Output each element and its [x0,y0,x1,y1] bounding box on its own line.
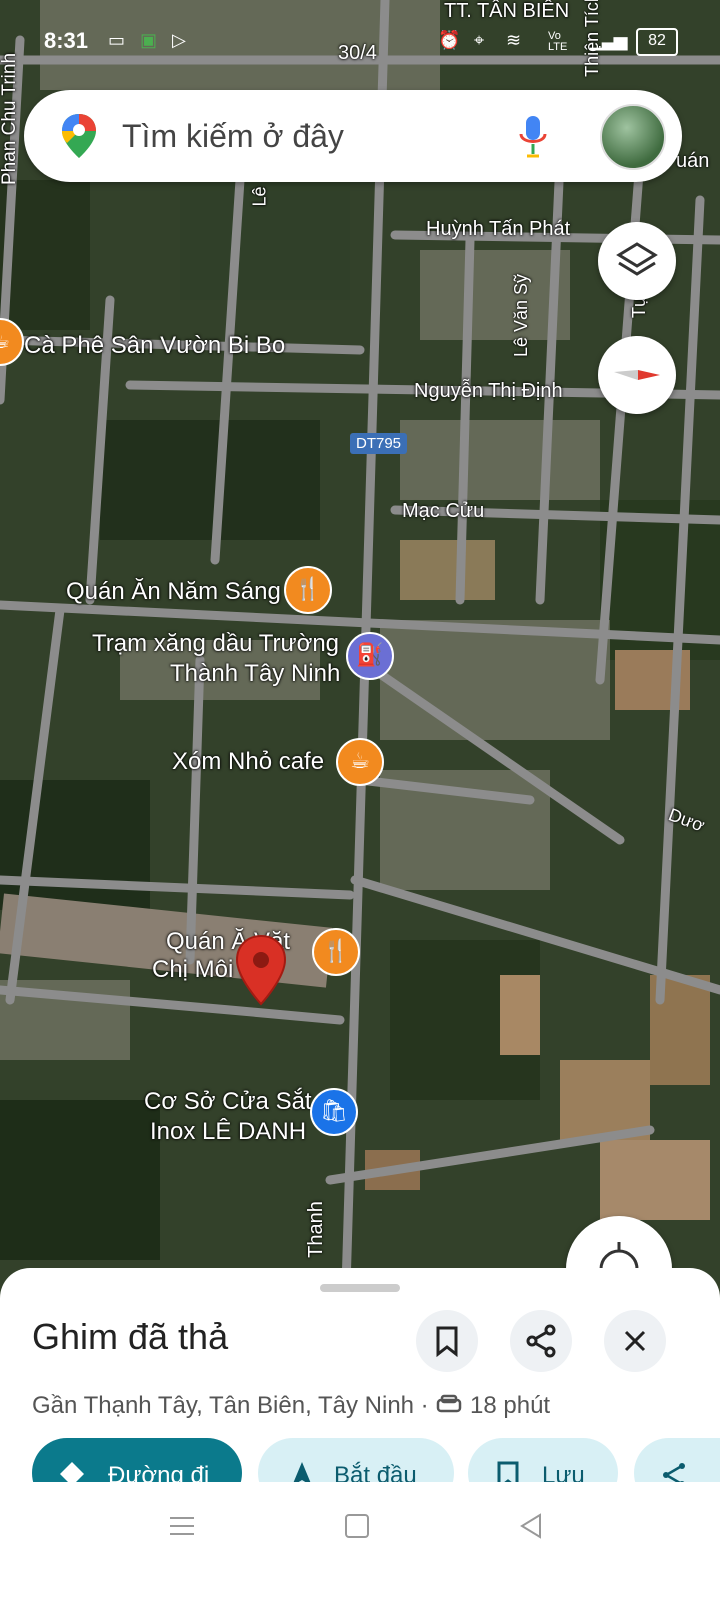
location-icon: ⌖ [474,30,485,50]
volte-icon: Vo LTE [548,30,568,53]
map-label-place[interactable]: Cơ Sở Cửa Sắt [144,1088,312,1116]
bookmark-icon [497,1461,519,1482]
system-navigation-bar [0,1482,720,1601]
place-subtitle: Gần Thạnh Tây, Tân Biên, Tây Ninh · 18 p… [32,1392,550,1420]
directions-icon [60,1462,84,1482]
share-pill-button[interactable] [634,1438,720,1482]
bookmark-icon [436,1326,458,1358]
close-icon [624,1330,646,1352]
fuel-icon: ⛽ [356,643,384,668]
map-label-road: Huỳnh Tấn Phát [426,218,571,240]
map-label-road: Lê [249,186,270,207]
status-time: 8:31 [44,28,89,53]
drive-time: 18 phút [470,1392,551,1419]
map-label-town: TT. TÂN BIÊN [444,0,570,22]
status-bar: 8:31 ▭ ▣ ▷ ⏰ ⌖ ≋ Vo LTE ▁▃▅ 82 [0,22,720,58]
map-label-place[interactable]: Inox LÊ DANH [150,1118,306,1146]
compass-icon [614,370,660,380]
shop-poi-marker[interactable]: 🛍 [310,1088,358,1136]
alarm-icon: ⏰ [438,30,461,50]
google-maps-logo-icon [62,114,96,158]
start-label: Bắt đầu [334,1462,417,1482]
map-label-place: uán [676,150,710,172]
map-label-road: Thanh [304,1201,327,1258]
search-bar[interactable]: Tìm kiếm ở đây [24,90,682,182]
map-label-road: Mạc Cửu [402,500,485,522]
navigation-arrow-icon [293,1462,311,1482]
road-shield: DT795 [350,433,408,454]
fork-knife-icon: 🍴 [322,939,350,964]
map-label-place[interactable]: Cà Phê Sân Vườn Bi Bo [24,332,285,360]
gas-station-poi-marker[interactable]: ⛽ [346,632,394,680]
avatar[interactable] [600,104,666,170]
car-icon [437,1394,462,1413]
place-address: Gần Thạnh Tây, Tân Biên, Tây Ninh · [32,1392,436,1419]
play-store-icon: ▷ [172,30,186,50]
recents-menu-icon[interactable] [168,1512,196,1540]
wifi-icon: ≋ [506,30,522,50]
share-icon [663,1463,685,1482]
map-label-place[interactable]: Thành Tây Ninh [170,660,340,688]
app-notification-icon: ▣ [140,30,158,50]
shopping-bag-icon: 🛍 [320,1099,348,1124]
directions-label: Đường đi [108,1462,210,1482]
cafe-icon: ☕ [350,749,370,774]
close-button[interactable] [604,1310,666,1372]
map-label-place[interactable]: Trạm xăng dầu Trường [92,630,339,658]
app-notification-icon: ▭ [108,30,126,50]
map-label-road: Lê Văn Sỹ [511,273,532,358]
map-label-place[interactable]: Xóm Nhỏ cafe [172,748,324,776]
compass-button[interactable] [598,336,676,414]
fork-knife-icon: 🍴 [294,577,322,602]
restaurant-poi-marker[interactable]: 🍴 [312,928,360,976]
restaurant-poi-marker[interactable]: 🍴 [284,566,332,614]
map-label-road: Phan Chu Trinh [0,52,21,186]
dropped-pin-icon[interactable] [234,934,288,1006]
cafe-poi-marker[interactable]: ☕ [0,318,24,366]
layers-icon [616,242,658,276]
directions-button[interactable]: Đường đi [32,1438,242,1482]
back-icon[interactable] [518,1512,546,1540]
home-icon[interactable] [343,1512,371,1540]
start-button[interactable]: Bắt đầu [258,1438,454,1482]
map-label-place[interactable]: Quán Ăn Năm Sáng [66,578,281,606]
cafe-icon: ☕ [0,320,22,364]
place-bottom-sheet[interactable]: Ghim đã thả Gần Thạnh Tây, Tân Biên, Tây… [0,1268,720,1482]
map-label-road: Nguyễn Thị Định [414,380,563,402]
save-pill-button[interactable]: Lưu [468,1438,618,1482]
share-icon [526,1324,556,1358]
signal-icon: ▁▃▅ [590,30,628,50]
battery-indicator: 82 [636,28,678,56]
cafe-poi-marker[interactable]: ☕ [336,738,384,786]
save-button[interactable] [416,1310,478,1372]
layers-button[interactable] [598,222,676,300]
place-title: Ghim đã thả [32,1316,229,1357]
map-view[interactable]: TT. TÂN BIÊN 30/4 Phan Chu Trinh Lê Huỳn… [0,0,720,1320]
share-button[interactable] [510,1310,572,1372]
search-input[interactable]: Tìm kiếm ở đây [122,118,344,155]
microphone-icon[interactable] [518,114,548,160]
drag-handle[interactable] [320,1284,400,1292]
save-label: Lưu [542,1462,585,1482]
